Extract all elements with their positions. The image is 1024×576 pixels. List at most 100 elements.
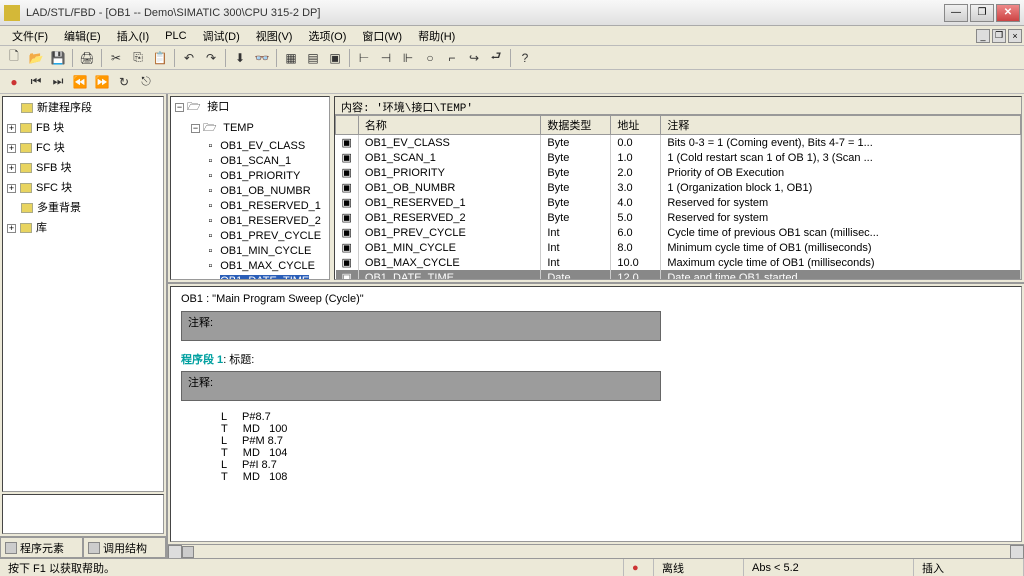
tree-item-multibg[interactable]: 多重背景 <box>3 197 163 217</box>
segment-comment-box[interactable]: 注释: <box>181 371 661 401</box>
print-icon[interactable]: 🖨 <box>77 48 97 68</box>
tree-var[interactable]: ▫ OB1_RESERVED_2 <box>171 214 329 229</box>
col-addr[interactable]: 地址 <box>611 116 661 135</box>
tree-var[interactable]: ▫ OB1_SCAN_1 <box>171 154 329 169</box>
step-back-icon[interactable]: ⏮ <box>26 72 46 92</box>
cell-type[interactable]: Byte <box>541 150 611 165</box>
inner-restore-button[interactable]: ❐ <box>992 29 1006 43</box>
col-name[interactable]: 名称 <box>358 116 540 135</box>
collapse-icon[interactable]: − <box>191 124 200 133</box>
cell-type[interactable]: Int <box>541 255 611 270</box>
cell-type[interactable]: Int <box>541 240 611 255</box>
cell-comment[interactable]: Bits 0-3 = 1 (Coming event), Bits 4-7 = … <box>661 135 1021 151</box>
jump-icon[interactable]: ↪ <box>464 48 484 68</box>
segment-header[interactable]: 程序段 1: 标题: <box>181 351 1011 367</box>
cell-name[interactable]: OB1_RESERVED_2 <box>358 210 540 225</box>
tree-item-fb[interactable]: +FB 块 <box>3 117 163 137</box>
menu-insert[interactable]: 插入(I) <box>109 26 157 46</box>
ladder-icon[interactable]: ⊢ <box>354 48 374 68</box>
scroll-left-icon[interactable] <box>168 545 182 558</box>
cell-addr[interactable]: 3.0 <box>611 180 661 195</box>
cell-type[interactable]: Byte <box>541 195 611 210</box>
cell-addr[interactable]: 1.0 <box>611 150 661 165</box>
cell-name[interactable]: OB1_RESERVED_1 <box>358 195 540 210</box>
cell-comment[interactable]: Minimum cycle time of OB1 (milliseconds) <box>661 240 1021 255</box>
cell-addr[interactable]: 0.0 <box>611 135 661 151</box>
variable-table[interactable]: 名称 数据类型 地址 注释 ▣ OB1_EV_CLASS Byte 0.0 Bi… <box>335 115 1021 279</box>
menu-edit[interactable]: 编辑(E) <box>56 26 109 46</box>
cut-icon[interactable]: ✂ <box>106 48 126 68</box>
minimize-button[interactable]: — <box>944 4 968 22</box>
tree-temp-folder[interactable]: −🗁 TEMP <box>171 118 329 139</box>
expand-icon[interactable]: + <box>7 124 16 133</box>
symbol-icon[interactable]: ▣ <box>325 48 345 68</box>
paste-icon[interactable]: 📋 <box>150 48 170 68</box>
table-row[interactable]: ▣ OB1_RESERVED_1 Byte 4.0 Reserved for s… <box>336 195 1021 210</box>
cell-name[interactable]: OB1_MAX_CYCLE <box>358 255 540 270</box>
code-line[interactable]: T MD 108 <box>181 471 1011 483</box>
table-row[interactable]: ▣ OB1_SCAN_1 Byte 1.0 1 (Cold restart sc… <box>336 150 1021 165</box>
undo-icon[interactable]: ↶ <box>179 48 199 68</box>
coil-icon[interactable]: ○ <box>420 48 440 68</box>
cell-addr[interactable]: 2.0 <box>611 165 661 180</box>
tree-var-selected[interactable]: ▫ OB1_DATE_TIME <box>171 274 329 280</box>
expand-icon[interactable]: + <box>7 144 16 153</box>
inner-close-button[interactable]: × <box>1008 29 1022 43</box>
cell-name[interactable]: OB1_PREV_CYCLE <box>358 225 540 240</box>
rewind-icon[interactable]: ⏪ <box>70 72 90 92</box>
table-row[interactable]: ▣ OB1_DATE_TIME Date_... 12.0 Date and t… <box>336 270 1021 279</box>
maximize-button[interactable]: ❐ <box>970 4 994 22</box>
table-row[interactable]: ▣ OB1_MIN_CYCLE Int 8.0 Minimum cycle ti… <box>336 240 1021 255</box>
scroll-thumb[interactable] <box>182 546 194 558</box>
code-line[interactable]: T MD 100 <box>181 423 1011 435</box>
cell-comment[interactable]: 1 (Organization block 1, OB1) <box>661 180 1021 195</box>
cell-addr[interactable]: 5.0 <box>611 210 661 225</box>
expand-icon[interactable]: + <box>7 224 16 233</box>
monitor-icon[interactable]: 👓 <box>252 48 272 68</box>
tab-call-structure[interactable]: 调用结构 <box>83 537 166 558</box>
cell-comment[interactable]: Priority of OB Execution <box>661 165 1021 180</box>
loop-icon[interactable]: ↻ <box>114 72 134 92</box>
tree-var[interactable]: ▫ OB1_EV_CLASS <box>171 139 329 154</box>
tree-root-interface[interactable]: −🗁 接口 <box>171 97 329 118</box>
table-row[interactable]: ▣ OB1_RESERVED_2 Byte 5.0 Reserved for s… <box>336 210 1021 225</box>
cell-name[interactable]: OB1_DATE_TIME <box>358 270 540 279</box>
cell-comment[interactable]: Date and time OB1 started <box>661 270 1021 279</box>
table-row[interactable]: ▣ OB1_OB_NUMBR Byte 3.0 1 (Organization … <box>336 180 1021 195</box>
branch-icon[interactable]: ⌐ <box>442 48 462 68</box>
cell-comment[interactable]: Cycle time of previous OB1 scan (millise… <box>661 225 1021 240</box>
menu-debug[interactable]: 调试(D) <box>195 26 248 46</box>
cell-type[interactable]: Byte <box>541 135 611 151</box>
cell-comment[interactable]: Maximum cycle time of OB1 (milliseconds) <box>661 255 1021 270</box>
cell-comment[interactable]: Reserved for system <box>661 195 1021 210</box>
nw-left-icon[interactable]: ⊣ <box>376 48 396 68</box>
scroll-right-icon[interactable] <box>1010 545 1024 558</box>
collapse-icon[interactable]: − <box>175 103 184 112</box>
cell-type[interactable]: Byte <box>541 210 611 225</box>
table-row[interactable]: ▣ OB1_EV_CLASS Byte 0.0 Bits 0-3 = 1 (Co… <box>336 135 1021 151</box>
tree-item-new-network[interactable]: 新建程序段 <box>3 97 163 117</box>
horizontal-scrollbar[interactable] <box>168 544 1024 558</box>
expand-icon[interactable]: + <box>7 184 16 193</box>
cell-addr[interactable]: 6.0 <box>611 225 661 240</box>
cell-name[interactable]: OB1_MIN_CYCLE <box>358 240 540 255</box>
cell-type[interactable]: Byte <box>541 165 611 180</box>
tree-var[interactable]: ▫ OB1_PRIORITY <box>171 169 329 184</box>
block-comment-box[interactable]: 注释: <box>181 311 661 341</box>
segment-name[interactable]: 程序段 1 <box>181 354 223 366</box>
inner-minimize-button[interactable]: _ <box>976 29 990 43</box>
block-icon[interactable]: ▦ <box>281 48 301 68</box>
cell-addr[interactable]: 8.0 <box>611 240 661 255</box>
tree-item-sfc[interactable]: +SFC 块 <box>3 177 163 197</box>
cell-type[interactable]: Int <box>541 225 611 240</box>
cell-comment[interactable]: 1 (Cold restart scan 1 of OB 1), 3 (Scan… <box>661 150 1021 165</box>
return-icon[interactable]: ⮐ <box>486 48 506 68</box>
program-element-tree[interactable]: 新建程序段 +FB 块 +FC 块 +SFB 块 +SFC 块 多重背景 +库 <box>2 96 164 492</box>
table-row[interactable]: ▣ OB1_PRIORITY Byte 2.0 Priority of OB E… <box>336 165 1021 180</box>
menu-file[interactable]: 文件(F) <box>4 26 56 46</box>
cell-addr[interactable]: 10.0 <box>611 255 661 270</box>
copy-icon[interactable]: ⎘ <box>128 48 148 68</box>
catalog-icon[interactable]: ▤ <box>303 48 323 68</box>
menu-help[interactable]: 帮助(H) <box>410 26 463 46</box>
code-line[interactable]: T MD 104 <box>181 447 1011 459</box>
